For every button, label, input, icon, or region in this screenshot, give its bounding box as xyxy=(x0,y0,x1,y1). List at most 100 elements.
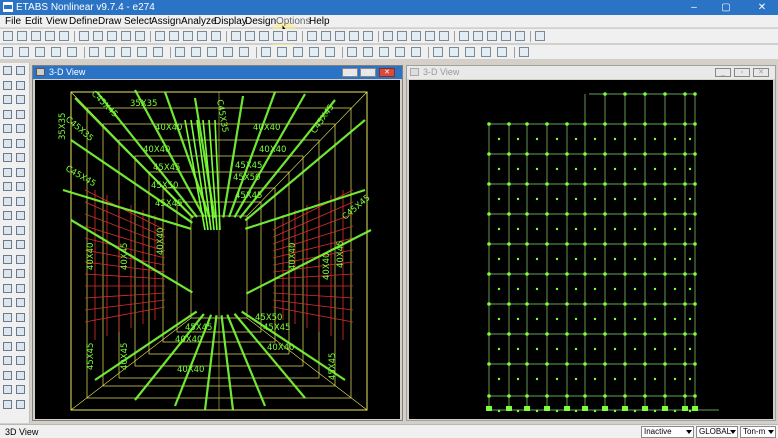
menu-file[interactable]: File xyxy=(5,15,21,28)
zoom-restore-icon[interactable] xyxy=(245,31,255,41)
show-object-icon[interactable] xyxy=(459,31,469,41)
area-draw-icon[interactable] xyxy=(89,47,99,57)
menu-view[interactable]: View xyxy=(46,15,68,28)
grid-show-icon[interactable] xyxy=(497,47,507,57)
frame-select-icon[interactable] xyxy=(473,31,483,41)
maximize-button[interactable]: ▢ xyxy=(712,0,740,15)
snap-middle-icon[interactable] xyxy=(277,47,287,57)
wall-draw-icon[interactable] xyxy=(121,47,131,57)
snap-line-icon[interactable] xyxy=(347,47,357,57)
side-tool-19-icon[interactable] xyxy=(16,196,25,206)
menu-edit[interactable]: Edit xyxy=(25,15,42,28)
redo-icon[interactable] xyxy=(107,31,117,41)
print-preview-icon[interactable] xyxy=(59,31,69,41)
story-show-icon[interactable] xyxy=(519,47,529,57)
rotate-icon[interactable] xyxy=(335,31,345,41)
menu-assign[interactable]: Assign xyxy=(151,15,181,28)
menu-analyze[interactable]: Analyze xyxy=(181,15,217,28)
snap-point-icon[interactable] xyxy=(261,47,271,57)
side-tool-31-icon[interactable] xyxy=(16,283,25,293)
pointer-icon[interactable] xyxy=(183,31,193,41)
side-tool-22-icon[interactable] xyxy=(3,225,12,235)
side-tool-2-icon[interactable] xyxy=(3,80,12,90)
side-tool-0-icon[interactable] xyxy=(3,66,12,75)
side-tool-16-icon[interactable] xyxy=(3,182,12,191)
print-icon[interactable] xyxy=(45,31,55,41)
brace-draw-icon[interactable] xyxy=(105,47,115,57)
side-tool-44-icon[interactable] xyxy=(3,385,12,394)
side-tool-28-icon[interactable] xyxy=(3,269,12,278)
grid-icon[interactable] xyxy=(239,47,249,57)
side-tool-32-icon[interactable] xyxy=(3,298,12,307)
line-refine-icon[interactable] xyxy=(67,47,77,57)
right-view-minimize-button[interactable]: _ xyxy=(715,68,731,77)
down-level-icon[interactable] xyxy=(383,31,393,41)
side-tool-39-icon[interactable] xyxy=(16,341,25,351)
menu-help[interactable]: Help xyxy=(309,15,330,28)
units-dropdown[interactable]: Ton-m xyxy=(740,426,776,438)
open-file-icon[interactable] xyxy=(17,31,27,41)
side-tool-47-icon[interactable] xyxy=(16,399,25,409)
plan-view-icon[interactable] xyxy=(307,31,317,41)
member-check-icon[interactable] xyxy=(481,47,491,57)
display-forces-icon[interactable] xyxy=(449,47,459,57)
left-view-canvas[interactable]: 35X35 40X40 40X40 40X40 40X40 45X45 45X45 45X50… xyxy=(35,80,400,419)
up-level-icon[interactable] xyxy=(363,31,373,41)
copy-icon[interactable] xyxy=(79,31,89,41)
section-cut-icon[interactable] xyxy=(411,47,421,57)
opening-draw-icon[interactable] xyxy=(191,47,201,57)
select-all-icon[interactable] xyxy=(397,31,407,41)
beam-draw-icon[interactable] xyxy=(137,47,147,57)
perspective-icon[interactable] xyxy=(349,31,359,41)
side-tool-17-icon[interactable] xyxy=(16,182,25,191)
text-draw-icon[interactable] xyxy=(223,47,233,57)
side-tool-23-icon[interactable] xyxy=(16,225,25,235)
shell-display-icon[interactable] xyxy=(535,31,545,41)
side-tool-41-icon[interactable] xyxy=(16,356,25,365)
side-tool-25-icon[interactable] xyxy=(16,240,25,249)
side-tool-30-icon[interactable] xyxy=(3,283,12,293)
side-tool-6-icon[interactable] xyxy=(3,109,12,119)
minimize-button[interactable]: – xyxy=(680,0,708,15)
side-tool-1-icon[interactable] xyxy=(16,66,25,75)
right-view-close-button[interactable]: ✕ xyxy=(753,68,769,77)
slab-draw-icon[interactable] xyxy=(175,47,185,57)
menu-select[interactable]: Select xyxy=(124,15,152,28)
side-tool-11-icon[interactable] xyxy=(16,138,25,148)
pencil-icon[interactable] xyxy=(135,31,145,41)
3d-view-icon[interactable] xyxy=(287,31,297,41)
dimension-icon[interactable] xyxy=(207,47,217,57)
side-tool-34-icon[interactable] xyxy=(3,312,12,322)
left-view-restore-button[interactable]: ▫ xyxy=(360,68,376,77)
options-icon[interactable] xyxy=(501,31,511,41)
side-tool-5-icon[interactable] xyxy=(16,95,25,104)
left-view-minimize-button[interactable]: _ xyxy=(342,68,358,77)
side-tool-36-icon[interactable] xyxy=(3,327,12,336)
column-draw-icon[interactable] xyxy=(153,47,163,57)
coord-system-dropdown[interactable]: GLOBAL xyxy=(696,426,738,438)
side-tool-27-icon[interactable] xyxy=(16,254,25,264)
side-tool-26-icon[interactable] xyxy=(3,254,12,264)
side-tool-45-icon[interactable] xyxy=(16,385,25,394)
assign-joint-icon[interactable] xyxy=(395,47,405,57)
zoom-in-icon[interactable] xyxy=(197,31,207,41)
side-tool-15-icon[interactable] xyxy=(16,167,25,177)
side-tool-3-icon[interactable] xyxy=(16,80,25,90)
side-tool-8-icon[interactable] xyxy=(3,124,12,133)
right-view-canvas[interactable] xyxy=(409,80,773,419)
zoom-out-icon[interactable] xyxy=(211,31,221,41)
side-tool-7-icon[interactable] xyxy=(16,109,25,119)
close-button[interactable]: ✕ xyxy=(746,0,778,15)
load-case-icon[interactable] xyxy=(433,47,443,57)
draw-line-icon[interactable] xyxy=(19,47,29,57)
side-tool-33-icon[interactable] xyxy=(16,298,25,307)
side-tool-4-icon[interactable] xyxy=(3,95,12,104)
pan-icon[interactable] xyxy=(273,31,283,41)
state-dropdown[interactable]: Inactive xyxy=(641,426,694,438)
left-3d-view-window[interactable]: 3-D View _ ▫ ✕ 35X35 40X40 40X40 40X40 4… xyxy=(32,65,403,421)
menu-draw[interactable]: Draw xyxy=(98,15,121,28)
side-tool-21-icon[interactable] xyxy=(16,211,25,220)
lightning-icon[interactable] xyxy=(515,31,525,41)
draw-poly-icon[interactable] xyxy=(35,47,45,57)
side-tool-12-icon[interactable] xyxy=(3,153,12,162)
